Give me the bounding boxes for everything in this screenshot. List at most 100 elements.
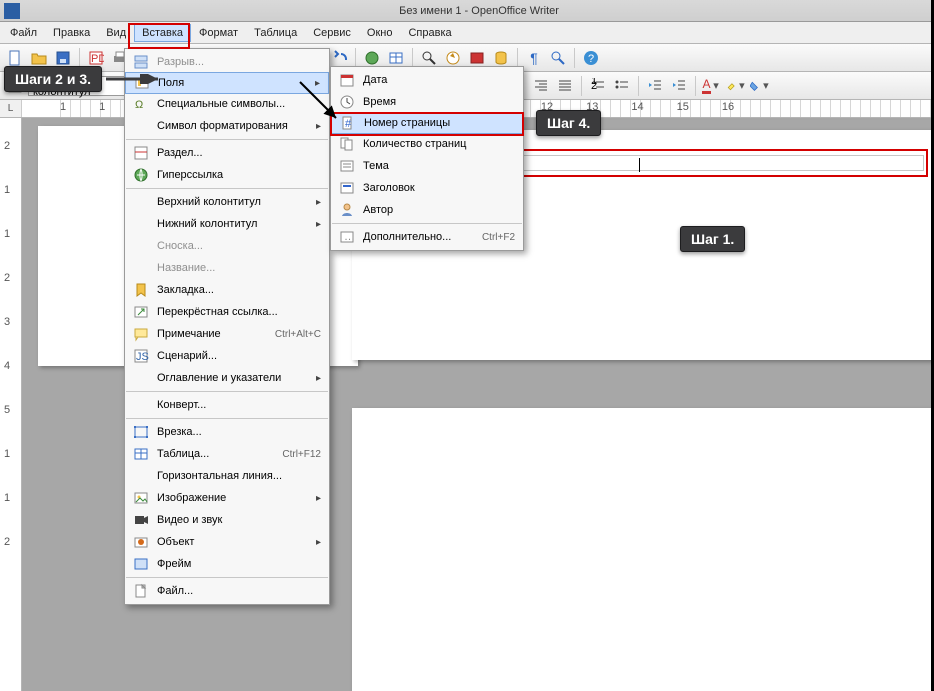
insert-item-6[interactable]: Гиперссылка — [125, 164, 329, 186]
svg-text:Ω: Ω — [135, 99, 143, 111]
menu-insert[interactable]: Вставка — [134, 24, 191, 42]
insert-label-0: Разрыв... — [157, 56, 321, 68]
menu-view[interactable]: Вид — [98, 24, 134, 42]
submenu-arrow-icon: ▸ — [316, 537, 321, 548]
insert-label-9: Нижний колонтитул — [157, 218, 304, 230]
insert-label-2: Специальные символы... — [157, 98, 321, 110]
nonprinting-button[interactable]: ¶ — [523, 47, 545, 69]
insert-item-21[interactable]: Таблица...Ctrl+F12 — [125, 443, 329, 465]
menu-tools[interactable]: Сервис — [305, 24, 359, 42]
image-icon — [129, 488, 153, 508]
highlight-button[interactable]: ▾ — [725, 75, 747, 97]
callout-step1: Шаг 1. — [680, 226, 745, 252]
menu-file[interactable]: Файл — [2, 24, 45, 42]
insert-item-0: Разрыв... — [125, 51, 329, 73]
insert-item-14[interactable]: ПримечаниеCtrl+Alt+C — [125, 323, 329, 345]
insert-item-16[interactable]: Оглавление и указатели ▸ — [125, 367, 329, 389]
insert-item-13[interactable]: Перекрёстная ссылка... — [125, 301, 329, 323]
insert-item-20[interactable]: Врезка... — [125, 421, 329, 443]
insert-item-15[interactable]: JSСценарий... — [125, 345, 329, 367]
insert-item-8[interactable]: Верхний колонтитул ▸ — [125, 191, 329, 213]
menu-format[interactable]: Формат — [191, 24, 246, 42]
media-icon — [129, 510, 153, 530]
menu-table[interactable]: Таблица — [246, 24, 305, 42]
numbered-list-button[interactable]: 12 — [587, 75, 609, 97]
insert-label-13: Перекрёстная ссылка... — [157, 306, 321, 318]
insert-item-12[interactable]: Закладка... — [125, 279, 329, 301]
menu-edit[interactable]: Правка — [45, 24, 98, 42]
submenu-arrow-icon: ▸ — [316, 373, 321, 384]
text-cursor — [639, 158, 640, 172]
blank — [129, 466, 153, 486]
fields-item-1[interactable]: Время — [331, 91, 523, 113]
insert-label-25: Объект — [157, 536, 304, 548]
insert-label-8: Верхний колонтитул — [157, 196, 304, 208]
insert-item-26[interactable]: Фрейм — [125, 553, 329, 575]
font-color-button[interactable]: A▾ — [701, 75, 723, 97]
fields-label-0: Дата — [363, 74, 515, 86]
menu-help[interactable]: Справка — [400, 24, 459, 42]
fields-item-3[interactable]: Количество страниц — [331, 133, 523, 155]
insert-item-1[interactable]: Поля ▸ — [125, 72, 329, 94]
background-color-button[interactable]: ▾ — [749, 75, 771, 97]
window-title: Без имени 1 - OpenOffice Writer — [24, 5, 934, 17]
object-icon — [129, 532, 153, 552]
pagecount-icon — [335, 134, 359, 154]
insert-item-22[interactable]: Горизонтальная линия... — [125, 465, 329, 487]
insert-item-3[interactable]: Символ форматирования ▸ — [125, 115, 329, 137]
menu-window[interactable]: Окно — [359, 24, 401, 42]
insert-label-18: Конверт... — [157, 399, 321, 411]
pagenum-icon: # — [336, 113, 360, 133]
insert-item-9[interactable]: Нижний колонтитул ▸ — [125, 213, 329, 235]
insert-label-3: Символ форматирования — [157, 120, 304, 132]
insert-label-1: Поля — [158, 77, 303, 89]
blank — [129, 116, 153, 136]
insert-item-11: Название... — [125, 257, 329, 279]
menubar: Файл Правка Вид Вставка Формат Таблица С… — [0, 22, 934, 44]
titlebar: Без имени 1 - OpenOffice Writer — [0, 0, 934, 22]
increase-indent-button[interactable] — [668, 75, 690, 97]
zoom-button[interactable] — [547, 47, 569, 69]
insert-item-18[interactable]: Конверт... — [125, 394, 329, 416]
insert-item-28[interactable]: Файл... — [125, 580, 329, 602]
insert-item-23[interactable]: Изображение▸ — [125, 487, 329, 509]
fields-item-2[interactable]: #Номер страницы — [331, 112, 523, 134]
insert-item-2[interactable]: Ω Специальные символы... — [125, 93, 329, 115]
submenu-arrow-icon: ▸ — [315, 78, 320, 89]
help-button[interactable]: ? — [580, 47, 602, 69]
fields-label-3: Количество страниц — [363, 138, 515, 150]
align-justify-button[interactable] — [554, 75, 576, 97]
ruler-corner: L — [0, 100, 22, 117]
page-2 — [352, 408, 931, 691]
align-right-button[interactable] — [530, 75, 552, 97]
submenu-arrow-icon: ▸ — [316, 197, 321, 208]
submenu-arrow-icon: ▸ — [316, 493, 321, 504]
submenu-arrow-icon: ▸ — [316, 219, 321, 230]
insert-item-10: Сноска... — [125, 235, 329, 257]
title-icon — [335, 178, 359, 198]
fields-item-6[interactable]: Автор — [331, 199, 523, 221]
frame-icon — [129, 422, 153, 442]
insert-item-24[interactable]: Видео и звук — [125, 509, 329, 531]
ruler-vertical[interactable]: 2112345112 — [0, 118, 22, 691]
fields-submenu: Дата Время#Номер страницы Количество стран… — [330, 66, 524, 251]
insert-label-28: Файл... — [157, 585, 321, 597]
fields-item-0[interactable]: Дата — [331, 69, 523, 91]
insert-label-16: Оглавление и указатели — [157, 372, 304, 384]
fields-item-4[interactable]: Тема — [331, 155, 523, 177]
blank — [129, 236, 153, 256]
decrease-indent-button[interactable] — [644, 75, 666, 97]
author-icon — [335, 200, 359, 220]
insert-item-25[interactable]: Объект ▸ — [125, 531, 329, 553]
fields-item-5[interactable]: Заголовок — [331, 177, 523, 199]
submenu-arrow-icon: ▸ — [316, 121, 321, 132]
shortcut: Ctrl+F12 — [282, 449, 321, 460]
time-icon — [335, 92, 359, 112]
insert-label-20: Врезка... — [157, 426, 321, 438]
bulleted-list-button[interactable] — [611, 75, 633, 97]
insert-label-26: Фрейм — [157, 558, 321, 570]
insert-item-5[interactable]: Раздел... — [125, 142, 329, 164]
insert-label-11: Название... — [157, 262, 321, 274]
insert-label-5: Раздел... — [157, 147, 321, 159]
fields-item-8[interactable]: …Дополнительно...Ctrl+F2 — [331, 226, 523, 248]
